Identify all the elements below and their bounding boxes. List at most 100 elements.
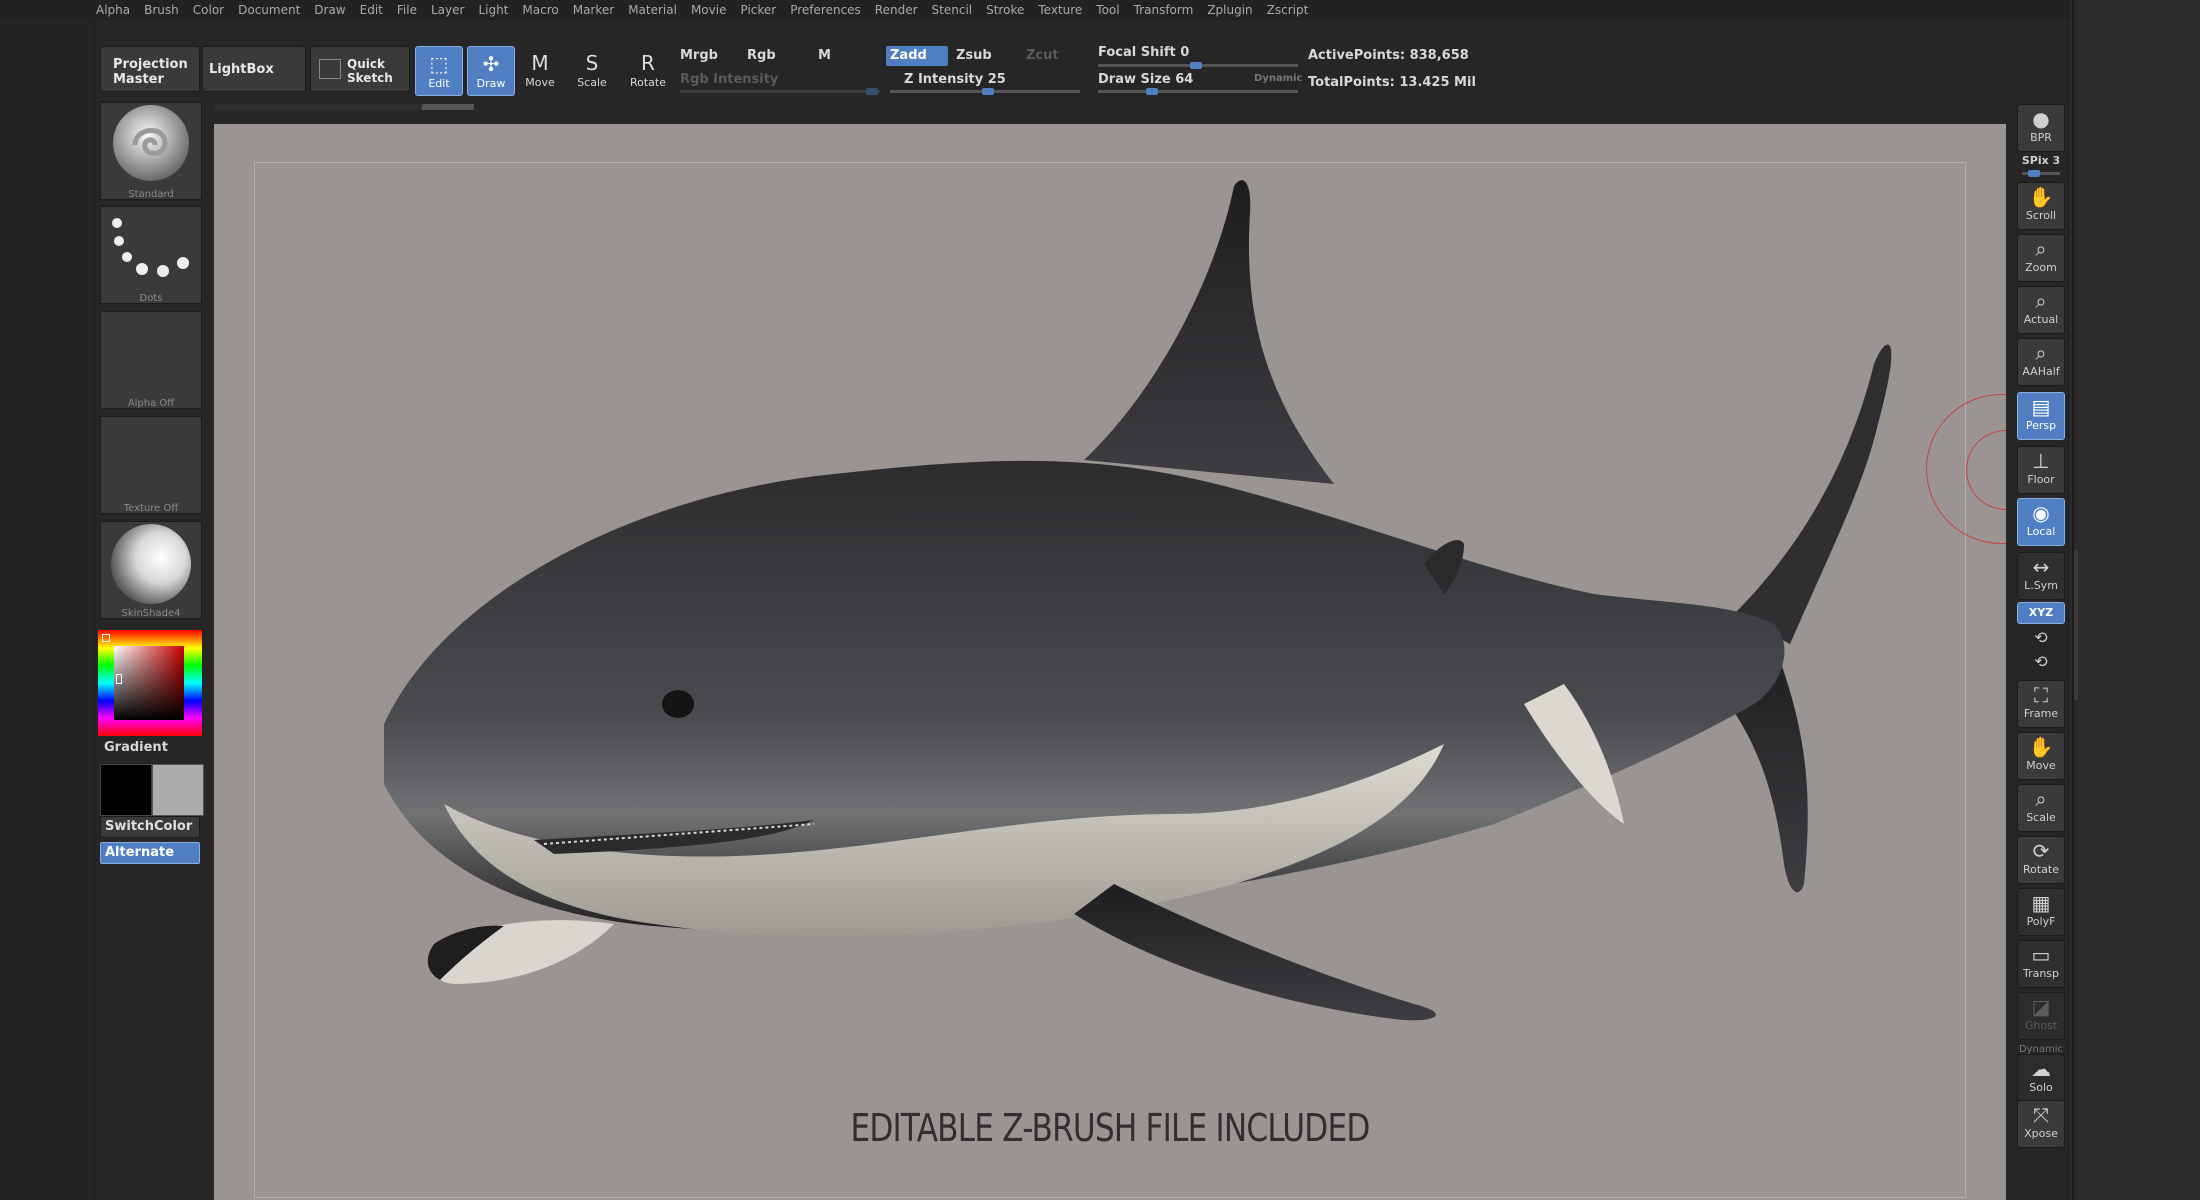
brush-thumbnail <box>113 105 189 181</box>
menu-item-document[interactable]: Document <box>238 3 300 17</box>
menu-item-stroke[interactable]: Stroke <box>986 3 1024 17</box>
menu-item-edit[interactable]: Edit <box>360 3 383 17</box>
menu-item-material[interactable]: Material <box>628 3 677 17</box>
mrgb-button[interactable]: Mrgb <box>680 48 718 63</box>
edit-button[interactable]: ⬚ Edit <box>415 46 463 96</box>
local-symmetry-icon: ◉ <box>2032 501 2050 525</box>
switch-color-button[interactable]: SwitchColor <box>100 816 200 838</box>
menu-item-picker[interactable]: Picker <box>740 3 776 17</box>
brush-tile[interactable]: Standard <box>100 102 202 200</box>
menu-item-marker[interactable]: Marker <box>573 3 614 17</box>
gradient-toggle[interactable]: Gradient <box>104 740 168 755</box>
rotation-gizmo[interactable] <box>1926 394 2006 548</box>
move-button[interactable]: M Move <box>516 46 564 96</box>
draw-size-track[interactable] <box>1098 88 1298 95</box>
alpha-tile[interactable]: Alpha Off <box>100 311 202 409</box>
lightbox-button[interactable]: LightBox <box>202 46 306 92</box>
menu-item-layer[interactable]: Layer <box>431 3 464 17</box>
draw-button[interactable]: ✣ Draw <box>467 46 515 96</box>
frame-label: Frame <box>2023 707 2059 720</box>
menu-item-light[interactable]: Light <box>478 3 508 17</box>
menu-item-draw[interactable]: Draw <box>314 3 345 17</box>
menu-item-movie[interactable]: Movie <box>691 3 727 17</box>
menu-item-zplugin[interactable]: Zplugin <box>1207 3 1252 17</box>
solo-button[interactable]: ☁ Solo <box>2017 1054 2065 1102</box>
zoom-button[interactable]: ⌕ Zoom <box>2017 234 2065 282</box>
move-hand-icon: ✋ <box>2028 735 2054 759</box>
actual-button[interactable]: ⌕ Actual <box>2017 286 2065 334</box>
texture-tile[interactable]: Texture Off <box>100 416 202 514</box>
menu-item-transform[interactable]: Transform <box>1134 3 1194 17</box>
rotate-y-icon[interactable]: ⟲ <box>2017 628 2065 647</box>
draw-size-slider[interactable]: Draw Size 64 <box>1098 72 1193 87</box>
menu-item-brush[interactable]: Brush <box>144 3 179 17</box>
lsym-button[interactable]: ↔ L.Sym <box>2017 552 2065 600</box>
color-picker[interactable] <box>98 630 202 736</box>
menu-item-texture[interactable]: Texture <box>1038 3 1082 17</box>
floor-button[interactable]: ⊥ Floor <box>2017 446 2065 494</box>
menu-item-macro[interactable]: Macro <box>522 3 558 17</box>
main-color-swatch[interactable] <box>100 764 152 816</box>
menu-item-render[interactable]: Render <box>875 3 918 17</box>
rgb-intensity-track[interactable] <box>680 88 880 95</box>
scale-view-button[interactable]: ⌕ Scale <box>2017 784 2065 832</box>
focal-shift-slider[interactable]: Focal Shift 0 <box>1098 45 1189 60</box>
z-intensity-slider[interactable]: Z Intensity 25 <box>904 72 1006 87</box>
projection-master-button[interactable]: Projection Master <box>100 46 200 92</box>
zadd-button[interactable]: Zadd <box>886 46 948 66</box>
total-points-readout: TotalPoints: 13.425 Mil <box>1308 75 1476 90</box>
toolbar-scroll-thumb[interactable] <box>422 104 474 110</box>
transp-button[interactable]: ▭ Transp <box>2017 940 2065 988</box>
stroke-tile[interactable]: Dots <box>100 206 202 304</box>
rotate-button[interactable]: R Rotate <box>624 46 672 96</box>
solo-label: Solo <box>2029 1081 2053 1094</box>
xyz-button[interactable]: XYZ <box>2017 602 2065 624</box>
frame-button[interactable]: ⛶ Frame <box>2017 680 2065 728</box>
xpose-icon: ⤧ <box>2033 1103 2049 1127</box>
menu-item-preferences[interactable]: Preferences <box>790 3 861 17</box>
menu-item-zscript[interactable]: Zscript <box>1267 3 1309 17</box>
local-button[interactable]: ◉ Local <box>2017 498 2065 546</box>
bpr-button[interactable]: ● BPR <box>2017 104 2065 152</box>
rotate-view-icon: ⟳ <box>2032 839 2050 863</box>
rotate-view-button[interactable]: ⟳ Rotate <box>2017 836 2065 884</box>
scroll-button[interactable]: ✋ Scroll <box>2017 182 2065 230</box>
scale-button[interactable]: S Scale <box>568 46 616 96</box>
menu-item-tool[interactable]: Tool <box>1096 3 1119 17</box>
ghost-button[interactable]: ◪ Ghost <box>2017 992 2065 1040</box>
menu-item-alpha[interactable]: Alpha <box>96 3 130 17</box>
zsub-button[interactable]: Zsub <box>956 48 992 63</box>
spix-track[interactable] <box>2022 170 2060 177</box>
canvas-viewport[interactable]: EDITABLE Z-BRUSH FILE INCLUDED <box>214 124 2006 1200</box>
menu-item-stencil[interactable]: Stencil <box>932 3 973 17</box>
shark-model[interactable] <box>214 124 2006 1200</box>
polyf-label: PolyF <box>2026 915 2056 928</box>
alternate-button[interactable]: Alternate <box>100 842 200 864</box>
quick-sketch-button[interactable]: Quick Sketch <box>310 46 410 92</box>
persp-button[interactable]: ▤ Persp <box>2017 392 2065 440</box>
color-saturation-square[interactable] <box>114 646 184 720</box>
menu-item-color[interactable]: Color <box>193 3 224 17</box>
aahalf-button[interactable]: ⌕ AAHalf <box>2017 338 2065 386</box>
rgb-button[interactable]: Rgb <box>747 48 776 63</box>
secondary-color-swatch[interactable] <box>152 764 204 816</box>
dynamic-toggle[interactable]: Dynamic <box>1254 73 1302 84</box>
xpose-button[interactable]: ⤧ Xpose <box>2017 1100 2065 1148</box>
focal-shift-track[interactable] <box>1098 62 1298 69</box>
rotate-label: Rotate <box>629 76 666 89</box>
m-button[interactable]: M <box>818 48 831 63</box>
z-intensity-track[interactable] <box>890 88 1080 95</box>
rgb-intensity-slider[interactable]: Rgb Intensity <box>680 72 778 87</box>
rotate-z-icon[interactable]: ⟲ <box>2017 652 2065 671</box>
material-tile[interactable]: SkinShade4 <box>100 521 202 619</box>
quick-sketch-label: Quick Sketch <box>347 57 393 85</box>
move-view-button[interactable]: ✋ Move <box>2017 732 2065 780</box>
perspective-grid-icon: ▤ <box>2031 395 2051 419</box>
polyf-button[interactable]: ▦ PolyF <box>2017 888 2065 936</box>
menu-item-file[interactable]: File <box>397 3 417 17</box>
scroll-label: Scroll <box>2025 209 2057 222</box>
spix-slider[interactable]: SPix 3 <box>2017 154 2065 167</box>
scale-icon: S <box>585 51 599 75</box>
right-scrollbar[interactable] <box>2074 550 2078 700</box>
zcut-button[interactable]: Zcut <box>1026 48 1059 63</box>
